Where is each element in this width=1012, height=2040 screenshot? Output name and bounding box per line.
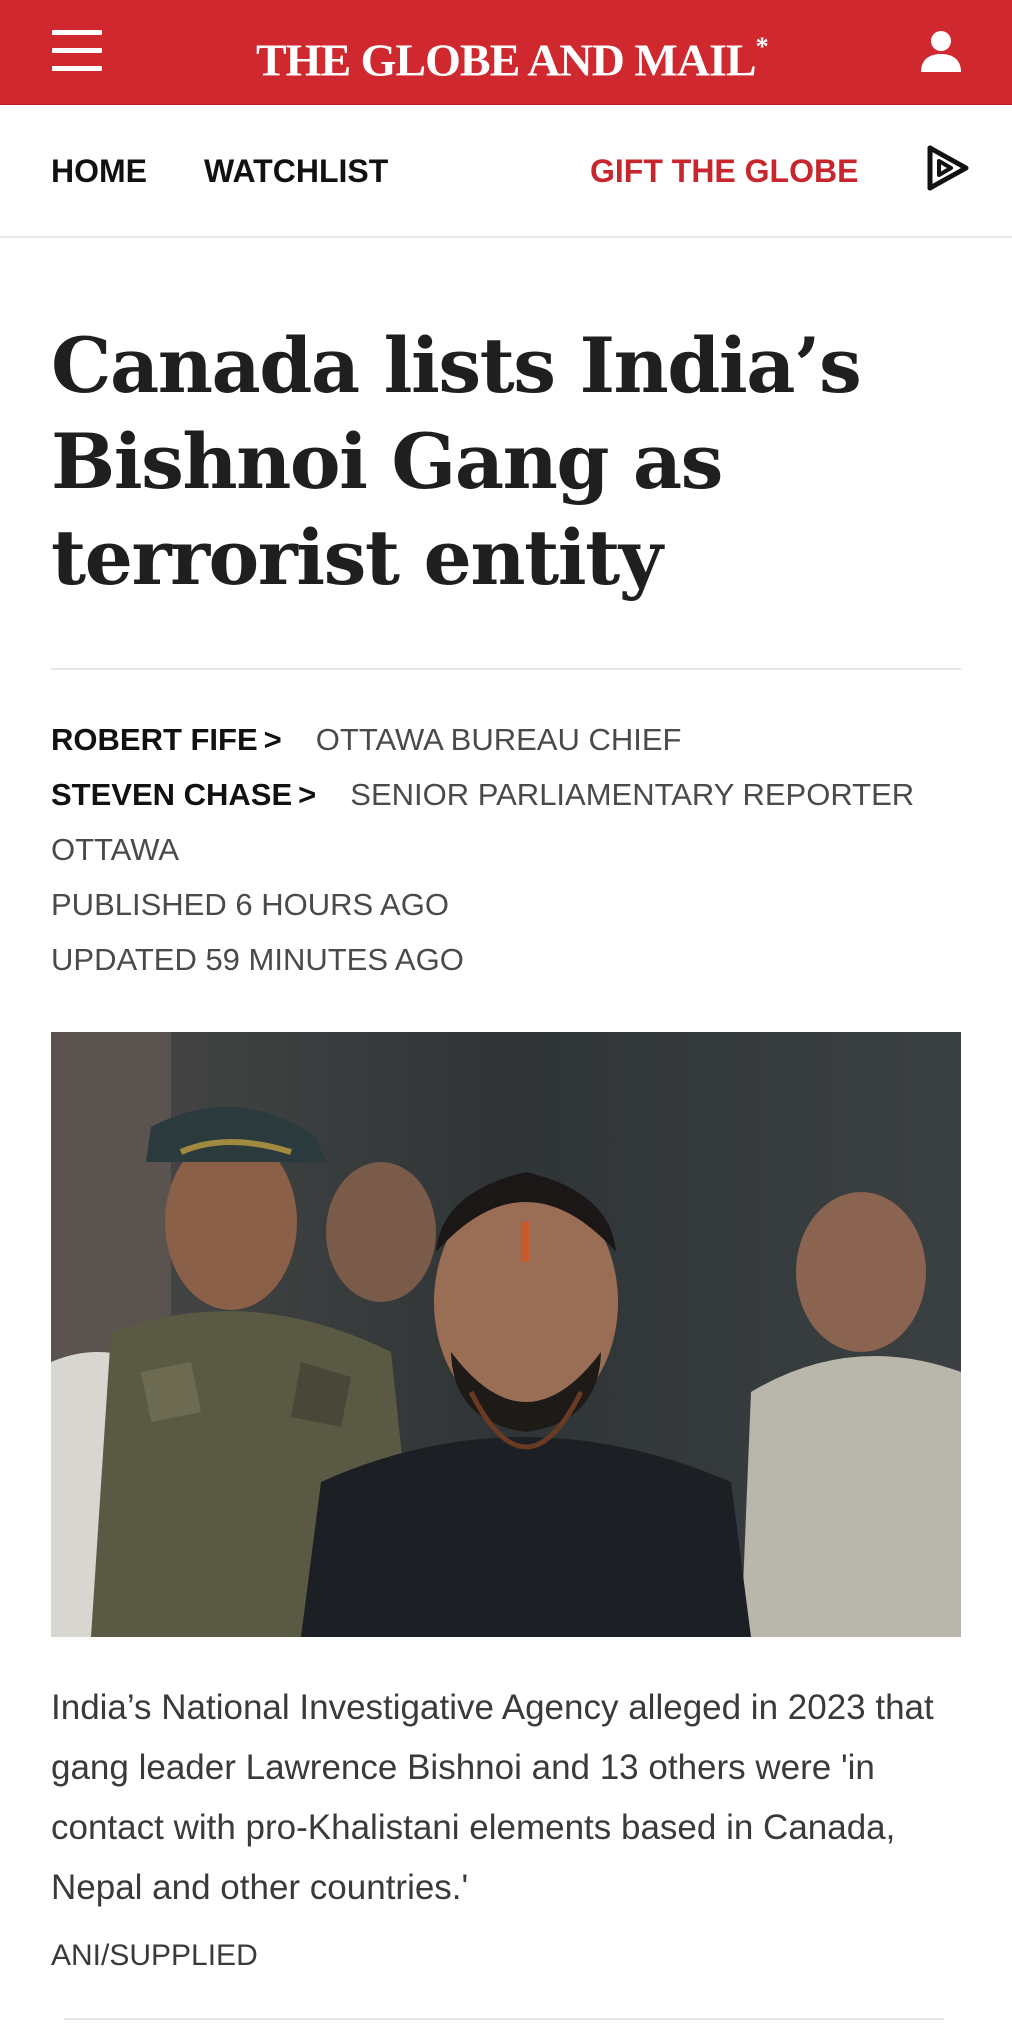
nav-gift-link[interactable]: GIFT THE GLOBE [590, 149, 858, 193]
dateline: OTTAWA [51, 832, 179, 867]
byline-row: STEVEN CHASE > SENIOR PARLIAMENTARY REPORT… [51, 771, 914, 819]
hamburger-menu-icon[interactable] [52, 30, 104, 72]
nav-watchlist-link[interactable]: WATCHLIST [204, 149, 388, 193]
published-time: PUBLISHED 6 HOURS AGO [51, 887, 449, 922]
chevron-right-icon[interactable]: > [264, 716, 282, 764]
user-account-icon[interactable] [918, 28, 964, 74]
byline-row: ROBERT FIFE > OTTAWA BUREAU CHIEF [51, 716, 681, 764]
author-name-link[interactable]: ROBERT FIFE [51, 722, 258, 757]
lead-photo-illustration [51, 1032, 961, 1637]
photo-credit: ANI/SUPPLIED [51, 1939, 258, 1972]
nav-home-link[interactable]: HOME [51, 149, 147, 193]
caption-divider [64, 2018, 944, 2020]
lead-photo[interactable] [51, 1032, 961, 1637]
headline-divider [51, 668, 961, 670]
author-role: SENIOR PARLIAMENTARY REPORTER [350, 777, 915, 812]
play-audio-icon[interactable] [926, 145, 970, 191]
chevron-right-icon[interactable]: > [298, 771, 316, 819]
author-role: OTTAWA BUREAU CHIEF [315, 722, 682, 757]
author-name-link[interactable]: STEVEN CHASE [51, 777, 292, 812]
updated-time: UPDATED 59 MINUTES AGO [51, 942, 464, 977]
photo-caption: India’s National Investigative Agency al… [51, 1688, 934, 1907]
masthead: THE GLOBE AND MAIL* [0, 0, 1012, 105]
brand-logo[interactable]: THE GLOBE AND MAIL* [256, 18, 769, 85]
section-nav: HOME WATCHLIST GIFT THE GLOBE [0, 105, 1012, 238]
article-headline: Canada lists India’s Bishnoi Gang as ter… [51, 321, 862, 602]
